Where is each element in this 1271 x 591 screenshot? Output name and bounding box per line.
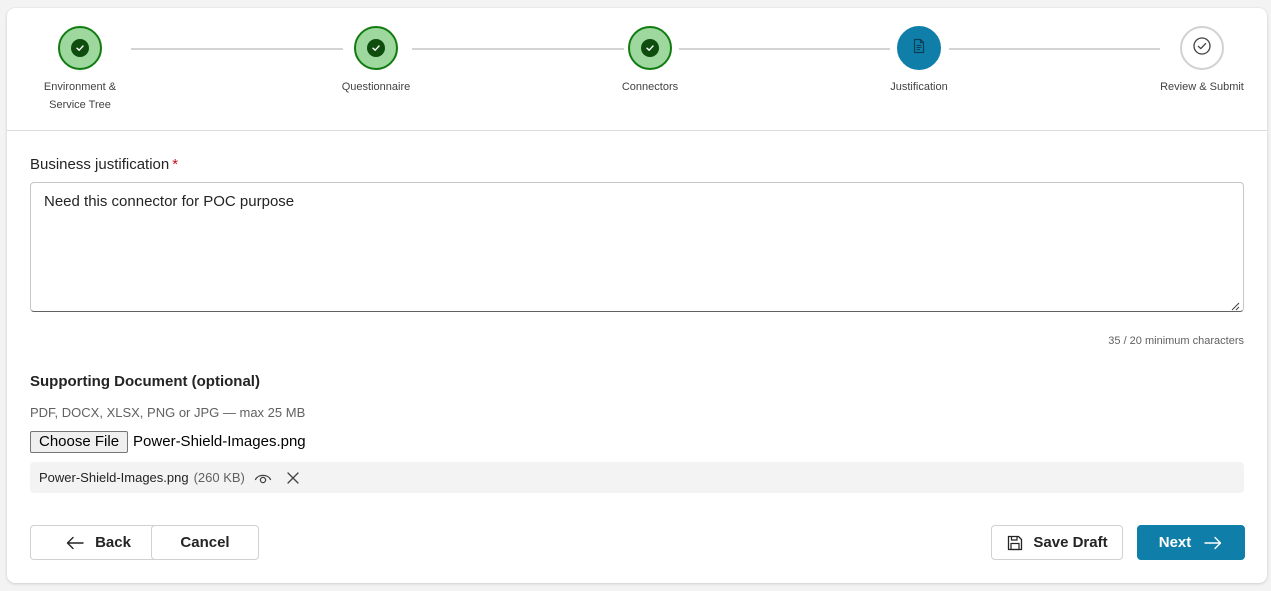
business-justification-input[interactable]: Need this connector for POC purpose (30, 182, 1244, 312)
checkmark-icon (367, 39, 385, 57)
save-draft-button[interactable]: Save Draft (991, 525, 1123, 560)
arrow-right-icon (1203, 536, 1223, 550)
checkmark-icon (71, 39, 89, 57)
supporting-document-title: Supporting Document (optional) (30, 373, 260, 390)
justification-card: Environment & Service Tree Questionnaire… (7, 8, 1267, 583)
next-label: Next (1158, 534, 1192, 551)
step-connector (131, 48, 343, 50)
step-label-justification: Justification (890, 81, 948, 93)
attachment-name: Power-Shield-Images.png (39, 470, 189, 485)
step-connector (412, 48, 624, 50)
step-label-connectors: Connectors (621, 81, 679, 93)
check-circle-icon (1192, 36, 1212, 61)
step-label-environment: Environment & Service Tree (43, 81, 117, 111)
step-connector (679, 48, 890, 50)
chosen-file-name: Power-Shield-Images.png (133, 433, 306, 450)
step-questionnaire[interactable] (354, 26, 398, 70)
back-label: Back (95, 534, 131, 551)
business-justification-label: Business justification * (30, 156, 179, 173)
step-label-review-submit: Review & Submit (1160, 81, 1244, 93)
step-environment[interactable] (58, 26, 102, 70)
resize-handle-icon[interactable] (1231, 298, 1240, 316)
character-count: 35 / 20 minimum characters (1108, 335, 1244, 347)
step-label-questionnaire: Questionnaire (341, 81, 411, 93)
attachment-size: (260 KB) (193, 470, 245, 485)
save-draft-label: Save Draft (1033, 534, 1108, 551)
next-button[interactable]: Next (1137, 525, 1245, 560)
step-review-submit[interactable] (1180, 26, 1224, 70)
progress-stepper: Environment & Service Tree Questionnaire… (7, 8, 1267, 131)
document-icon (912, 38, 926, 59)
file-type-hint: PDF, DOCX, XLSX, PNG or JPG — max 25 MB (30, 405, 306, 420)
back-button[interactable]: Back (30, 525, 166, 560)
step-connector (949, 48, 1160, 50)
arrow-left-icon (65, 536, 85, 550)
save-icon (1006, 534, 1024, 552)
close-icon[interactable] (286, 471, 300, 485)
attachment-item: Power-Shield-Images.png (260 KB) (30, 462, 1244, 493)
file-input: Choose File Power-Shield-Images.png (30, 430, 306, 453)
required-marker: * (172, 156, 179, 173)
eye-icon[interactable] (254, 471, 272, 485)
choose-file-button[interactable]: Choose File (30, 430, 129, 453)
checkmark-icon (641, 39, 659, 57)
step-justification[interactable] (897, 26, 941, 70)
step-connectors[interactable] (628, 26, 672, 70)
cancel-button[interactable]: Cancel (151, 525, 259, 560)
